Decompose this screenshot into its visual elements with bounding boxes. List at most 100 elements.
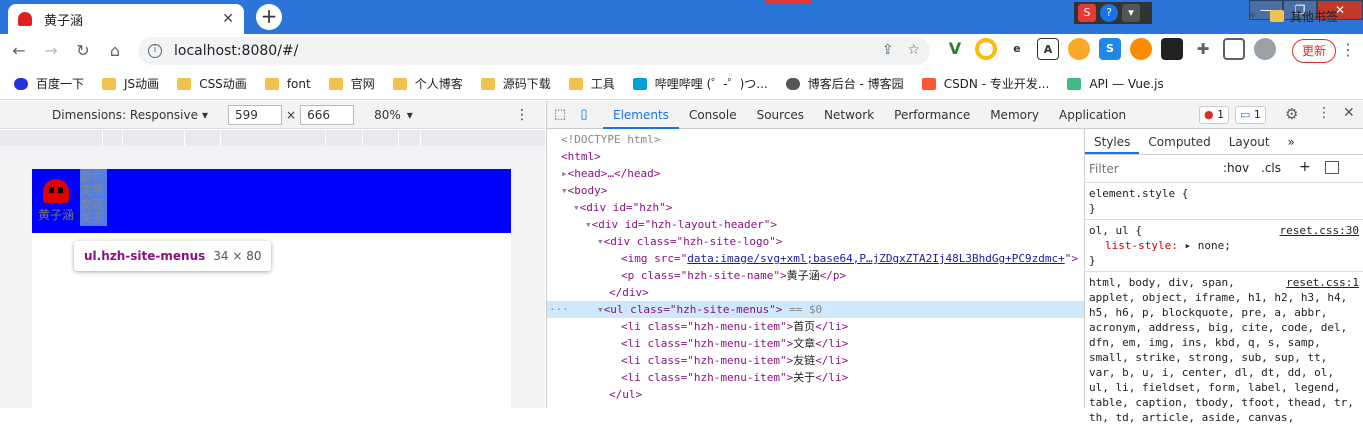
vue-devtools-icon[interactable]: V [944, 38, 966, 60]
dom-line[interactable]: <li class="hzh-menu-item">关于</li> [547, 369, 1085, 386]
dom-line[interactable]: ▾<body> [547, 182, 1085, 199]
new-rule-icon[interactable]: + [1299, 159, 1311, 175]
dom-line[interactable]: <li class="hzh-menu-item">首页</li> [547, 318, 1085, 335]
bookmarks-overflow-button[interactable]: » [1248, 8, 1256, 23]
toggle-sidebar-icon[interactable] [1325, 161, 1339, 174]
site-info-icon[interactable]: i [148, 44, 162, 58]
source-link[interactable]: reset.css:1 [1286, 275, 1359, 290]
style-rule-ol-ul[interactable]: reset.css:30 ol, ul { list-style: ▸ none;… [1085, 220, 1363, 272]
tiger-extension-icon[interactable] [1130, 38, 1152, 60]
browser-tab[interactable]: 黄子涵 ✕ [8, 4, 244, 34]
tab-styles[interactable]: Styles [1085, 129, 1140, 154]
profile-avatar-icon[interactable] [1254, 38, 1276, 60]
url-text[interactable]: localhost:8080/#/ [174, 43, 298, 59]
tab-console[interactable]: Console [679, 101, 747, 129]
tab-performance[interactable]: Performance [884, 101, 980, 129]
dom-line[interactable]: ▾<div id="hzh-layout-header"> [547, 216, 1085, 233]
dom-line[interactable]: </div> [547, 284, 1085, 301]
menu-item[interactable]: 友链 [80, 197, 107, 211]
bookmark-folder[interactable]: 个人博客 [392, 75, 463, 92]
dom-line[interactable]: <li class="hzh-menu-item">友链</li> [547, 352, 1085, 369]
translate-icon[interactable]: e [1006, 38, 1028, 60]
menu-item[interactable]: 文章 [80, 183, 107, 197]
cls-toggle[interactable]: .cls [1261, 161, 1281, 175]
expand-arrow-icon[interactable]: ▸ [561, 167, 568, 180]
menu-item[interactable]: 关于 [80, 211, 107, 225]
dom-line[interactable]: </ul> [547, 386, 1085, 403]
tab-elements[interactable]: Elements [603, 101, 679, 129]
dom-line-selected[interactable]: ··· ▾<ul class="hzh-site-menus"> == $0 [547, 301, 1085, 318]
media-query-ruler[interactable] [0, 130, 545, 146]
ime-toolbar[interactable]: S ? ▾ [1074, 2, 1152, 24]
ime-menu-icon[interactable]: ▾ [1122, 4, 1140, 22]
bookmark-folder[interactable]: 源码下载 [480, 75, 551, 92]
s-extension-icon[interactable]: S [1099, 38, 1121, 60]
sogou-ime-icon[interactable]: S [1078, 4, 1096, 22]
share-icon[interactable]: ⇪ [882, 42, 894, 58]
collapse-arrow-icon[interactable]: ▾ [597, 303, 604, 316]
dropdown-arrow-icon[interactable]: ▾ [407, 108, 413, 122]
style-rule-reset[interactable]: reset.css:1 html, body, div, span, applet… [1085, 272, 1363, 428]
dom-line[interactable]: <!DOCTYPE html> [547, 131, 1085, 148]
bookmark-item[interactable]: API — Vue.js [1067, 77, 1164, 91]
address-bar[interactable]: i localhost:8080/#/ ⇪ ☆ [138, 37, 930, 65]
dom-line[interactable]: <li class="hzh-menu-item">文章</li> [547, 335, 1085, 352]
collapse-arrow-icon[interactable]: ▾ [597, 235, 604, 248]
reload-icon[interactable]: ↻ [70, 38, 96, 64]
bookmark-item[interactable]: 哔哩哔哩 (゜-゜)つ... [632, 75, 768, 92]
cookie-extension-icon[interactable] [1068, 38, 1090, 60]
width-input[interactable]: 599 [228, 104, 282, 125]
dropdown-arrow-icon[interactable]: ▾ [202, 108, 208, 122]
tab-sources[interactable]: Sources [747, 101, 814, 129]
back-arrow-icon[interactable]: ← [6, 38, 32, 64]
bookmark-item[interactable]: CSDN - 专业开发... [921, 75, 1049, 92]
chrome-extension-icon[interactable] [975, 38, 997, 60]
collapse-arrow-icon[interactable]: ▾ [561, 184, 568, 197]
styles-overflow-button[interactable]: » [1279, 129, 1304, 154]
collapse-arrow-icon[interactable]: ▾ [585, 218, 592, 231]
close-devtools-icon[interactable]: ✕ [1343, 105, 1355, 121]
bookmark-folder[interactable]: CSS动画 [177, 75, 247, 92]
device-toggle-icon[interactable]: ▯ [573, 107, 595, 122]
zoom-select[interactable]: 80% [374, 108, 401, 122]
browser-menu-icon[interactable]: ⋮ [1340, 40, 1356, 59]
bookmark-folder[interactable]: 官网 [328, 75, 375, 92]
bookmark-folder[interactable]: JS动画 [102, 75, 159, 92]
dom-line[interactable]: ▸<head>…</head> [547, 165, 1085, 182]
message-badge[interactable]: ▭ 1 [1235, 106, 1266, 124]
forward-arrow-icon[interactable]: → [38, 38, 64, 64]
home-icon[interactable]: ⌂ [102, 38, 128, 64]
dimensions-select[interactable]: Dimensions: Responsive [52, 108, 198, 122]
styles-filter-input[interactable] [1089, 160, 1209, 178]
help-icon[interactable]: ? [1100, 4, 1118, 22]
device-toolbar-menu-icon[interactable]: ⋮ [515, 107, 529, 123]
tab-layout[interactable]: Layout [1220, 129, 1279, 154]
dom-line[interactable]: ▾<div class="hzh-site-logo"> [547, 233, 1085, 250]
dom-line[interactable]: <img src="data:image/svg+xml;base64,P…jZ… [547, 250, 1085, 267]
collapse-arrow-icon[interactable]: ▾ [573, 201, 580, 214]
dark-extension-icon[interactable] [1161, 38, 1183, 60]
expand-arrow-icon[interactable]: ▸ [1184, 239, 1191, 252]
tab-network[interactable]: Network [814, 101, 884, 129]
source-link[interactable]: reset.css:30 [1280, 223, 1359, 238]
tab-application[interactable]: Application [1049, 101, 1136, 129]
dom-line[interactable]: <html> [547, 148, 1085, 165]
bookmark-item[interactable]: 博客后台 - 博客园 [785, 75, 904, 92]
img-src-link[interactable]: data:image/svg+xml;base64,P…jZDgxZTA2Ij4… [687, 252, 1065, 265]
tab-memory[interactable]: Memory [980, 101, 1049, 129]
menu-item[interactable]: 首页 [80, 169, 107, 183]
new-tab-button[interactable]: + [256, 4, 282, 30]
style-rule-element[interactable]: element.style { } [1085, 183, 1363, 220]
more-dots-icon[interactable]: ··· [549, 301, 569, 318]
other-bookmarks[interactable]: 其他书签 [1270, 0, 1338, 32]
error-badge[interactable]: ● 1 [1199, 106, 1230, 124]
side-panel-icon[interactable] [1223, 38, 1245, 60]
settings-gear-icon[interactable]: ⚙ [1285, 105, 1298, 123]
height-input[interactable]: 666 [300, 104, 355, 125]
font-extension-icon[interactable]: A [1037, 38, 1059, 60]
bookmark-folder[interactable]: font [264, 77, 311, 91]
hov-toggle[interactable]: :hov [1223, 161, 1249, 175]
bookmark-folder[interactable]: 工具 [568, 75, 615, 92]
tab-close-icon[interactable]: ✕ [222, 11, 234, 27]
bookmark-item[interactable]: 百度一下 [14, 75, 84, 92]
